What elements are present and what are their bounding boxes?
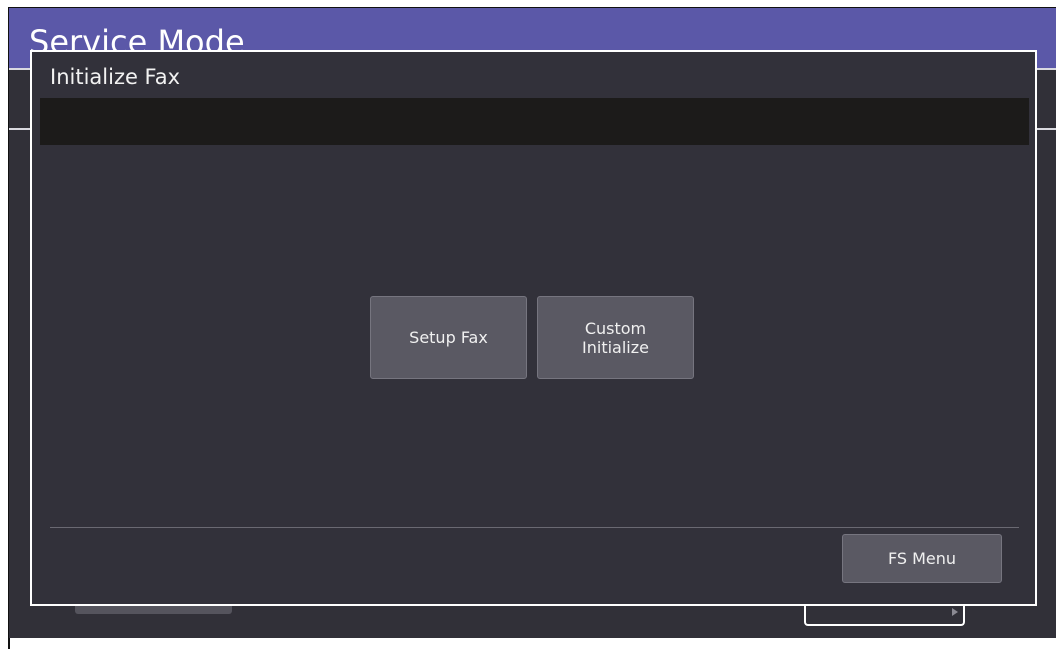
- triangle-right-icon: [952, 608, 958, 616]
- background-divider: [9, 128, 31, 130]
- custom-initialize-button[interactable]: Custom Initialize: [537, 296, 694, 379]
- background-divider: [1037, 128, 1056, 130]
- dialog-title: Initialize Fax: [50, 65, 181, 89]
- background-button-selected: [804, 606, 965, 626]
- dialog-divider: [50, 527, 1019, 528]
- initialize-fax-dialog: Initialize Fax Setup Fax Custom Initiali…: [30, 50, 1037, 606]
- background-button: [75, 606, 232, 614]
- background-divider: [9, 68, 31, 70]
- background-divider: [1037, 68, 1056, 70]
- message-bar: [40, 98, 1029, 145]
- setup-fax-button[interactable]: Setup Fax: [370, 296, 527, 379]
- service-mode-screen: Service Mode Initialize Fax Setup Fax Cu…: [9, 8, 1056, 638]
- fs-menu-button[interactable]: FS Menu: [842, 534, 1002, 583]
